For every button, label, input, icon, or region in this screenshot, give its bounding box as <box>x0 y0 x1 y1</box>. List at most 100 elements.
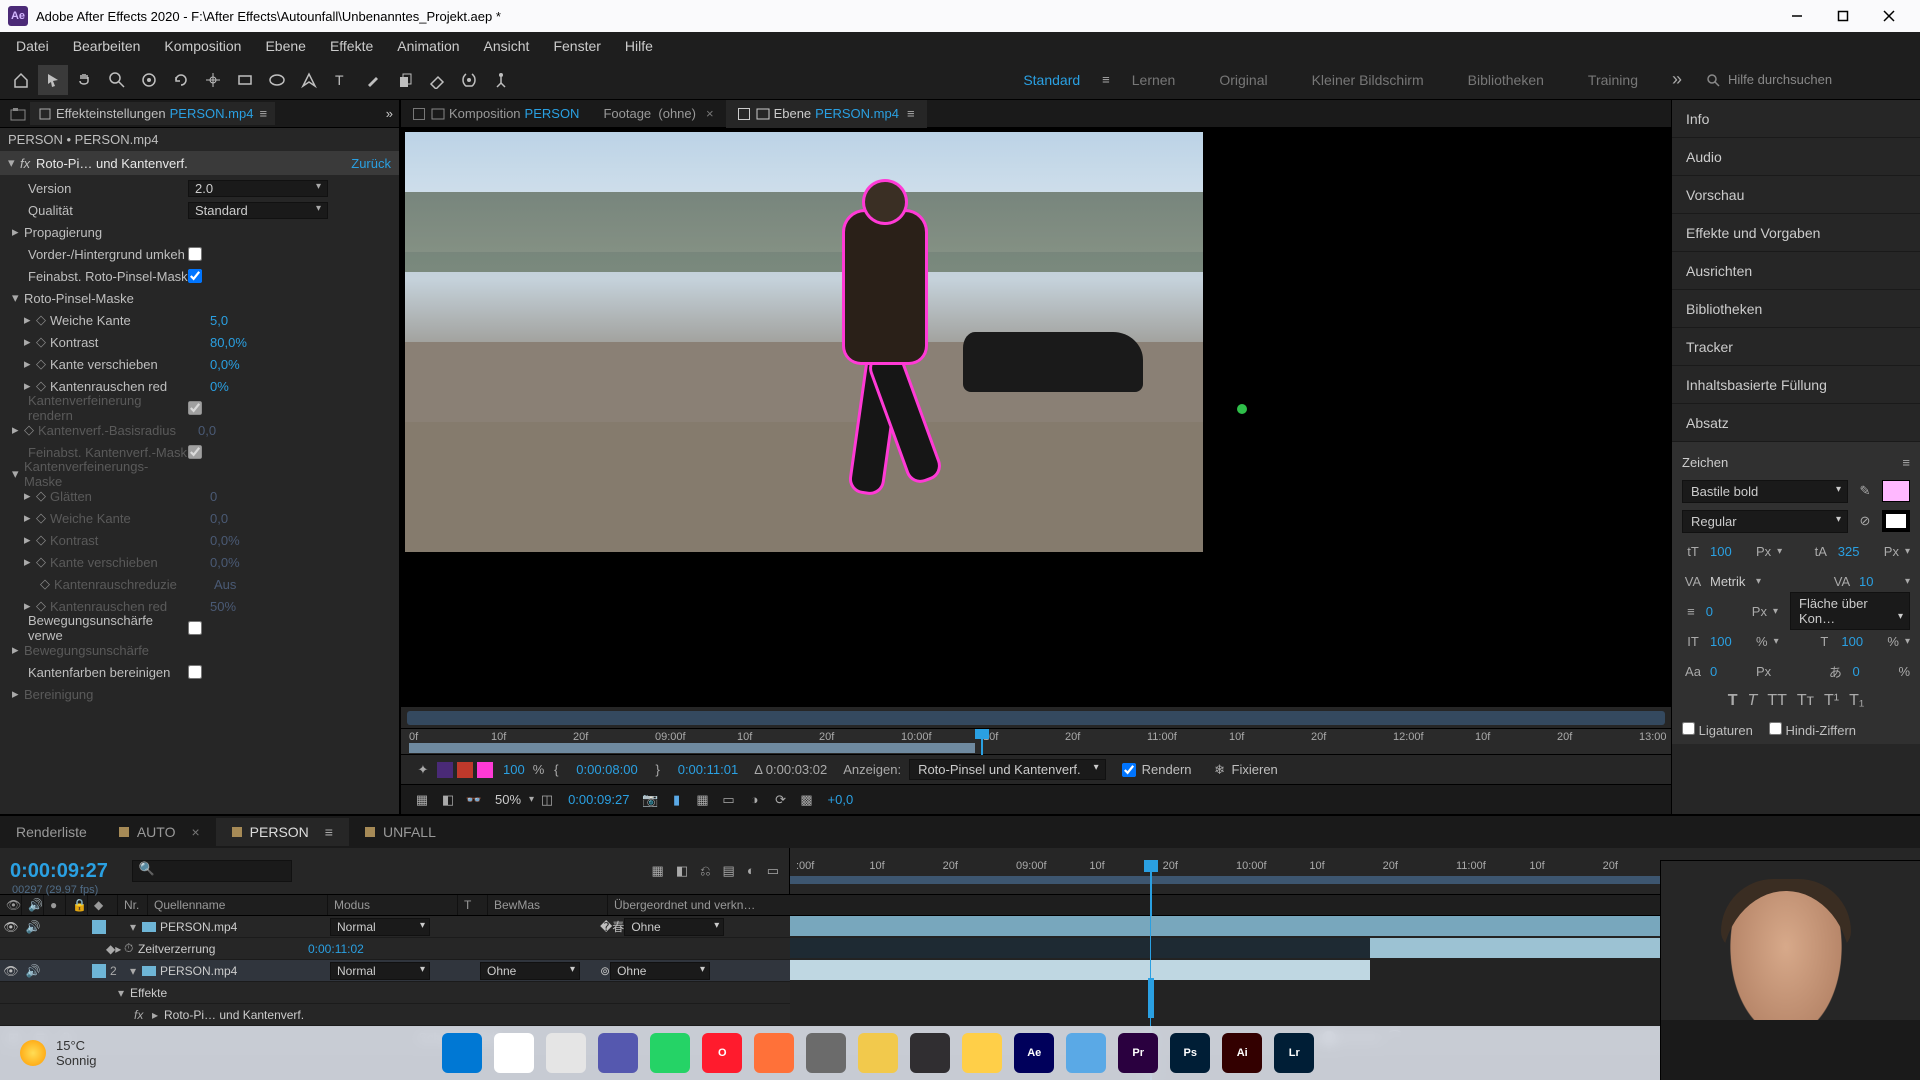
menu-bearbeiten[interactable]: Bearbeiten <box>61 34 153 58</box>
roto-tool-icon[interactable] <box>454 65 484 95</box>
panel-menu-icon[interactable]: ≡ <box>1902 455 1910 470</box>
draft3d-icon[interactable]: ◧ <box>676 863 688 879</box>
paragraph-panel[interactable]: Absatz <box>1672 404 1920 442</box>
taskbar-explorer[interactable] <box>962 1033 1002 1073</box>
font-family-select[interactable]: Bastile bold <box>1682 480 1848 503</box>
contrast-value[interactable]: 80,0 <box>210 335 235 350</box>
align-panel[interactable]: Ausrichten <box>1672 252 1920 290</box>
menu-fenster[interactable]: Fenster <box>541 34 612 58</box>
ligatures-checkbox[interactable]: Ligaturen <box>1682 722 1753 738</box>
motionblur-icon[interactable]: ◐ <box>747 863 755 879</box>
mblur-use-checkbox[interactable] <box>188 621 202 635</box>
font-style-select[interactable]: Regular <box>1682 510 1848 533</box>
help-search[interactable]: Hilfe durchsuchen <box>1694 72 1914 87</box>
leading-value[interactable]: 325 <box>1838 544 1878 559</box>
time-remap-row[interactable]: ◆▸ ⏱ Zeitverzerrung 0:00:11:02 <box>0 938 790 960</box>
fine-roto-checkbox[interactable] <box>188 269 202 283</box>
taskbar-whatsapp[interactable] <box>650 1033 690 1073</box>
alpha-value[interactable]: 100 <box>495 762 533 777</box>
transparency-icon[interactable]: ▩ <box>794 792 820 808</box>
in-timecode[interactable]: 0:00:08:00 <box>568 762 645 777</box>
allcaps-button[interactable]: TT <box>1767 692 1787 710</box>
hand-tool-icon[interactable] <box>70 65 100 95</box>
tracking-value[interactable]: 10 <box>1859 574 1899 589</box>
freeze-icon[interactable]: ❄ <box>1208 762 1232 778</box>
label-col[interactable]: ◆ <box>88 895 118 915</box>
eyedropper-icon[interactable]: ✎ <box>1854 483 1876 499</box>
home-icon[interactable] <box>6 65 36 95</box>
res-icon[interactable]: ◫ <box>534 792 560 808</box>
taskbar-task-view[interactable] <box>546 1033 586 1073</box>
subscript-button[interactable]: T₁ <box>1849 692 1864 710</box>
maximize-button[interactable] <box>1820 0 1866 32</box>
close-icon[interactable]: × <box>706 106 714 121</box>
grid-icon[interactable]: ▦ <box>690 792 716 808</box>
brush-tool-icon[interactable] <box>358 65 388 95</box>
out-timecode[interactable]: 0:00:11:01 <box>670 762 746 777</box>
current-time-display[interactable]: 0:00:09:27 <box>10 860 108 883</box>
decon-checkbox[interactable] <box>188 665 202 679</box>
zoom-tool-icon[interactable] <box>102 65 132 95</box>
layer-row-2[interactable]: 👁🔊 2▾ PERSON.mp4 Normal Ohne ⊚Ohne <box>0 960 790 982</box>
taskbar-app-yellow[interactable] <box>858 1033 898 1073</box>
audio-col-icon[interactable]: 🔊 <box>22 895 44 915</box>
workspace-kleiner[interactable]: Kleiner Bildschirm <box>1290 66 1446 94</box>
invert-checkbox[interactable] <box>188 247 202 261</box>
workspace-bibliotheken[interactable]: Bibliotheken <box>1446 66 1566 94</box>
stroke-mode-select[interactable]: Fläche über Kon… <box>1790 592 1910 630</box>
workspace-original[interactable]: Original <box>1197 66 1289 94</box>
frameblend-icon[interactable]: ▤ <box>723 863 735 879</box>
workspace-lernen[interactable]: Lernen <box>1110 66 1198 94</box>
effect-item-row[interactable]: fx▸ Roto-Pi… und Kantenverf. <box>0 1004 790 1026</box>
show-select[interactable]: Roto-Pinsel und Kantenverf. <box>909 759 1106 780</box>
layer-tab[interactable]: EbenePERSON.mp4 ≡ <box>726 100 927 128</box>
channel-icon[interactable]: ◧ <box>435 792 461 808</box>
tracker-panel[interactable]: Tracker <box>1672 328 1920 366</box>
taskbar-illustrator[interactable]: Ai <box>1222 1033 1262 1073</box>
comp-person-tab[interactable]: PERSON≡ <box>216 818 349 846</box>
selection-tool-icon[interactable] <box>38 65 68 95</box>
taskbar-premiere[interactable]: Pr <box>1118 1033 1158 1073</box>
comp-auto-tab[interactable]: AUTO× <box>103 818 216 846</box>
fill-color-swatch[interactable] <box>1882 480 1910 502</box>
shy-icon[interactable]: ⎌ <box>700 863 710 879</box>
workspace-more-icon[interactable]: » <box>1660 69 1694 90</box>
workspace-standard[interactable]: Standard <box>1001 66 1102 94</box>
taskbar-search[interactable] <box>494 1033 534 1073</box>
puppet-tool-icon[interactable] <box>486 65 516 95</box>
layer-row-1[interactable]: 👁🔊 ▾ PERSON.mp4 Normal �春Ohne <box>0 916 790 938</box>
quality-select[interactable]: Standard <box>188 202 328 219</box>
glasses-icon[interactable]: 👓 <box>461 792 487 808</box>
taskbar-notepad[interactable] <box>1066 1033 1106 1073</box>
rect-tool-icon[interactable] <box>230 65 260 95</box>
stroke-width-value[interactable]: 0 <box>1706 604 1746 619</box>
cti-line[interactable] <box>1148 978 1154 1018</box>
anchor-tool-icon[interactable] <box>198 65 228 95</box>
swatch-magenta[interactable] <box>477 762 493 778</box>
render-checkbox[interactable] <box>1122 763 1136 777</box>
libraries-panel[interactable]: Bibliotheken <box>1672 290 1920 328</box>
stroke-color-swatch[interactable] <box>1882 510 1910 532</box>
hscale-value[interactable]: 100 <box>1841 634 1881 649</box>
taskbar-lightroom[interactable]: Lr <box>1274 1033 1314 1073</box>
smallcaps-button[interactable]: Tᴛ <box>1797 692 1814 710</box>
preview-panel[interactable]: Vorschau <box>1672 176 1920 214</box>
taskbar-teams[interactable] <box>598 1033 638 1073</box>
taskbar-opera[interactable]: O <box>702 1033 742 1073</box>
hindi-checkbox[interactable]: Hindi-Ziffern <box>1769 722 1856 738</box>
roto-group-toggle[interactable]: Roto-Pinsel-Maske <box>24 291 184 306</box>
pen-tool-icon[interactable] <box>294 65 324 95</box>
layer-cti[interactable] <box>981 729 983 755</box>
renderqueue-tab[interactable]: Renderliste <box>0 818 103 846</box>
rgb-icon[interactable]: ▮ <box>664 792 690 808</box>
content-fill-panel[interactable]: Inhaltsbasierte Füllung <box>1672 366 1920 404</box>
kerning-select[interactable]: Metrik <box>1710 574 1750 589</box>
eraser-tool-icon[interactable] <box>422 65 452 95</box>
menu-datei[interactable]: Datei <box>4 34 61 58</box>
baseline-value[interactable]: 0 <box>1710 664 1750 679</box>
effects-group-row[interactable]: ▾Effekte <box>0 982 790 1004</box>
taskbar-obs[interactable] <box>910 1033 950 1073</box>
workspace-training[interactable]: Training <box>1566 66 1660 94</box>
timeline-search[interactable]: 🔍 <box>132 860 292 882</box>
current-time[interactable]: 0:00:09:27 <box>560 792 637 807</box>
